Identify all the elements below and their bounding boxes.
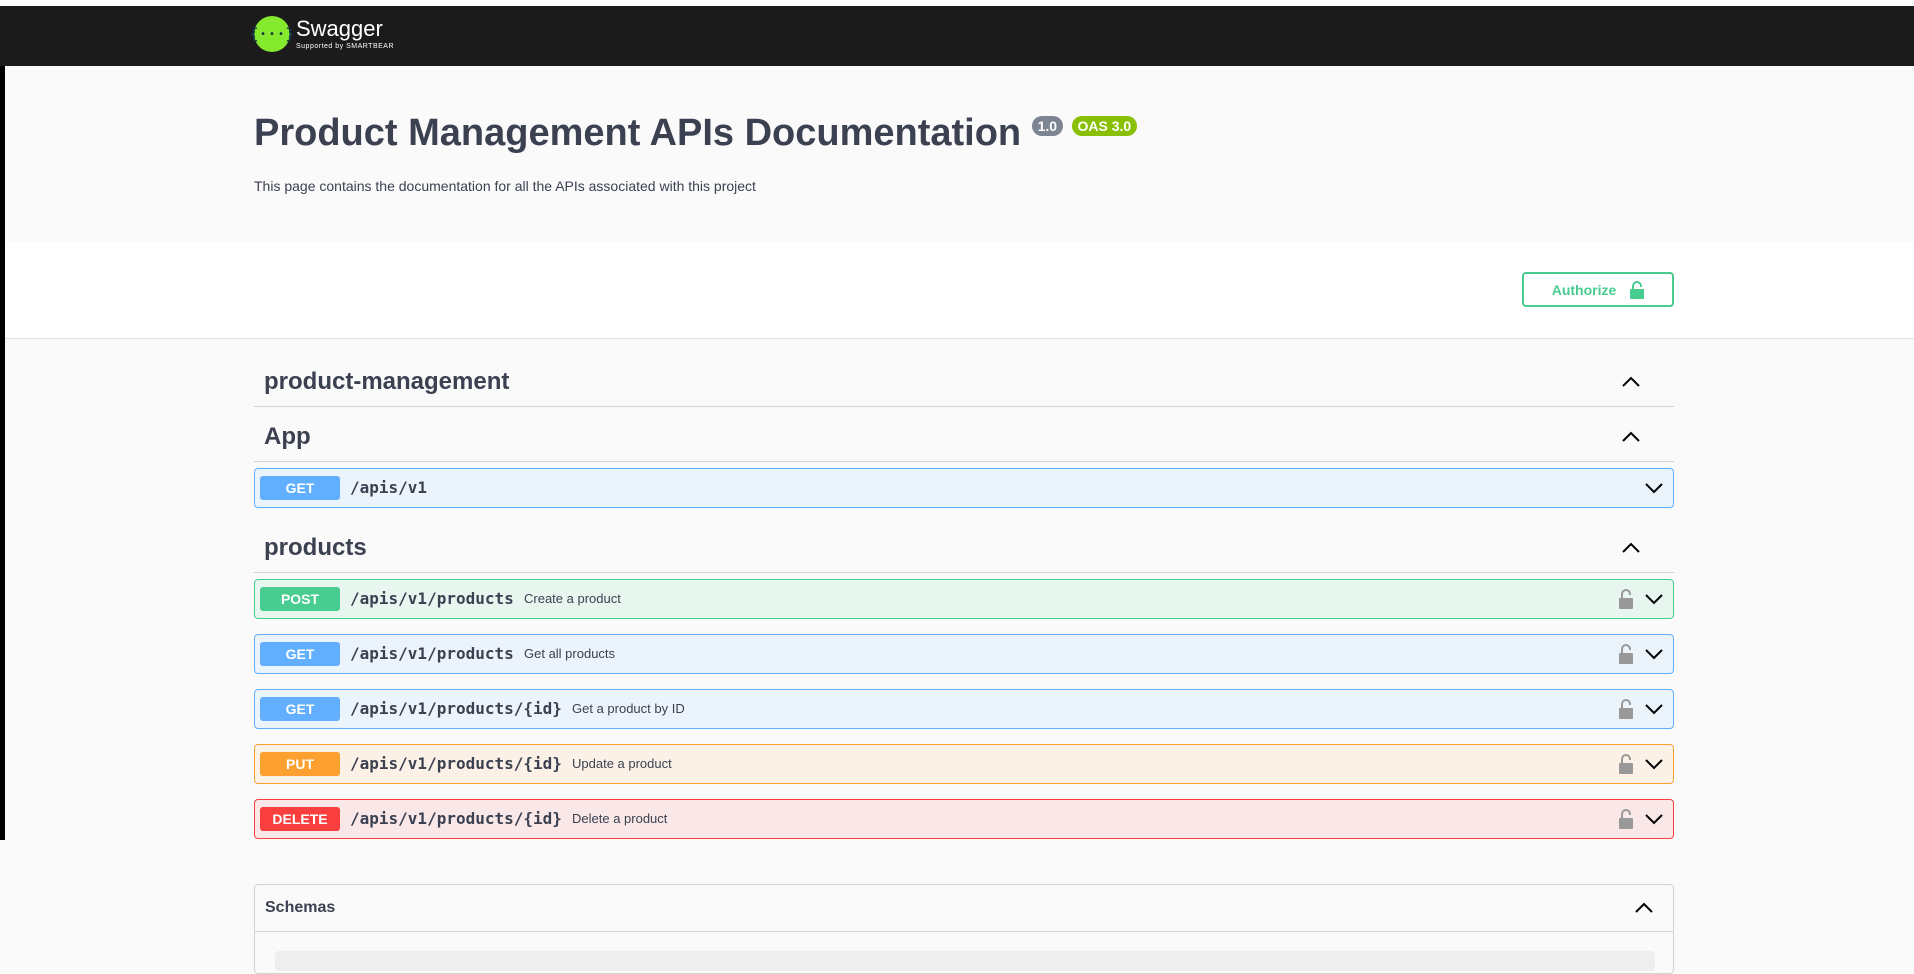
version-badge: 1.0	[1031, 116, 1064, 136]
method-badge: DELETE	[260, 807, 340, 831]
swagger-logo-icon: {···}	[249, 16, 295, 52]
operation-summary: Get all products	[524, 646, 616, 661]
page-description: This page contains the documentation for…	[254, 178, 756, 194]
chevron-up-icon[interactable]	[1635, 902, 1653, 914]
tag-title: App	[264, 423, 311, 450]
operation-summary: Update a product	[572, 756, 672, 771]
operation-put-product[interactable]: PUT /apis/v1/products/{id} Update a prod…	[254, 744, 1674, 784]
chevron-down-icon[interactable]	[1645, 703, 1663, 715]
scheme-container: Authorize	[5, 242, 1914, 339]
operation-summary: Delete a product	[572, 811, 668, 826]
tag-title: product-management	[264, 368, 510, 395]
logo-sub: Supported by SMARTBEAR	[296, 43, 395, 50]
lock-icon[interactable]	[1619, 753, 1633, 775]
authorize-label: Authorize	[1551, 281, 1617, 298]
schemas-title: Schemas	[265, 899, 336, 916]
operation-summary: Create a product	[524, 591, 621, 606]
chevron-up-icon[interactable]	[1622, 431, 1640, 443]
tag-section-products[interactable]: products	[254, 518, 1674, 573]
operation-get-products[interactable]: GET /apis/v1/products Get all products	[254, 634, 1674, 674]
lock-icon[interactable]	[1619, 808, 1633, 830]
operation-path: /apis/v1/products/{id}	[350, 699, 562, 718]
method-badge: PUT	[260, 752, 340, 776]
swagger-logo[interactable]: {···} Swagger Supported by SMARTBEAR	[249, 16, 395, 52]
operation-delete-product[interactable]: DELETE /apis/v1/products/{id} Delete a p…	[254, 799, 1674, 839]
operation-get-apis-v1[interactable]: GET /apis/v1	[254, 468, 1674, 508]
lock-icon[interactable]	[1619, 643, 1633, 665]
chevron-down-icon[interactable]	[1645, 758, 1663, 770]
logo-name: Swagger	[296, 16, 383, 41]
operation-path: /apis/v1	[350, 478, 428, 497]
operation-path: /apis/v1/products	[350, 589, 514, 608]
chevron-down-icon[interactable]	[1645, 482, 1663, 494]
chevron-down-icon[interactable]	[1645, 593, 1663, 605]
tag-section-app[interactable]: App	[254, 407, 1674, 462]
chevron-up-icon[interactable]	[1622, 376, 1640, 388]
operation-summary: Get a product by ID	[572, 701, 685, 716]
chevron-up-icon[interactable]	[1622, 542, 1640, 554]
operation-post-products[interactable]: POST /apis/v1/products Create a product	[254, 579, 1674, 619]
method-badge: POST	[260, 587, 340, 611]
lock-icon[interactable]	[1619, 588, 1633, 610]
operation-path: /apis/v1/products	[350, 644, 514, 663]
schema-model-placeholder	[275, 951, 1655, 971]
tag-title: products	[264, 534, 367, 561]
schemas-section: Schemas	[254, 884, 1674, 974]
lock-icon	[1630, 280, 1645, 299]
window-edge	[0, 0, 5, 840]
chevron-down-icon[interactable]	[1645, 648, 1663, 660]
info-header: Product Management APIs Documentation 1.…	[254, 112, 1138, 155]
topbar: {···} Swagger Supported by SMARTBEAR	[0, 0, 1914, 66]
schemas-header[interactable]: Schemas	[255, 885, 1673, 932]
operation-get-product-by-id[interactable]: GET /apis/v1/products/{id} Get a product…	[254, 689, 1674, 729]
lock-icon[interactable]	[1619, 698, 1633, 720]
chevron-down-icon[interactable]	[1645, 813, 1663, 825]
method-badge: GET	[260, 476, 340, 500]
method-badge: GET	[260, 642, 340, 666]
page-title: Product Management APIs Documentation	[254, 112, 1022, 154]
authorize-button[interactable]: Authorize	[1522, 272, 1674, 307]
tag-section-product-management[interactable]: product-management	[254, 352, 1674, 407]
method-badge: GET	[260, 697, 340, 721]
operation-path: /apis/v1/products/{id}	[350, 754, 562, 773]
oas-badge: OAS 3.0	[1071, 116, 1138, 136]
operation-path: /apis/v1/products/{id}	[350, 809, 562, 828]
